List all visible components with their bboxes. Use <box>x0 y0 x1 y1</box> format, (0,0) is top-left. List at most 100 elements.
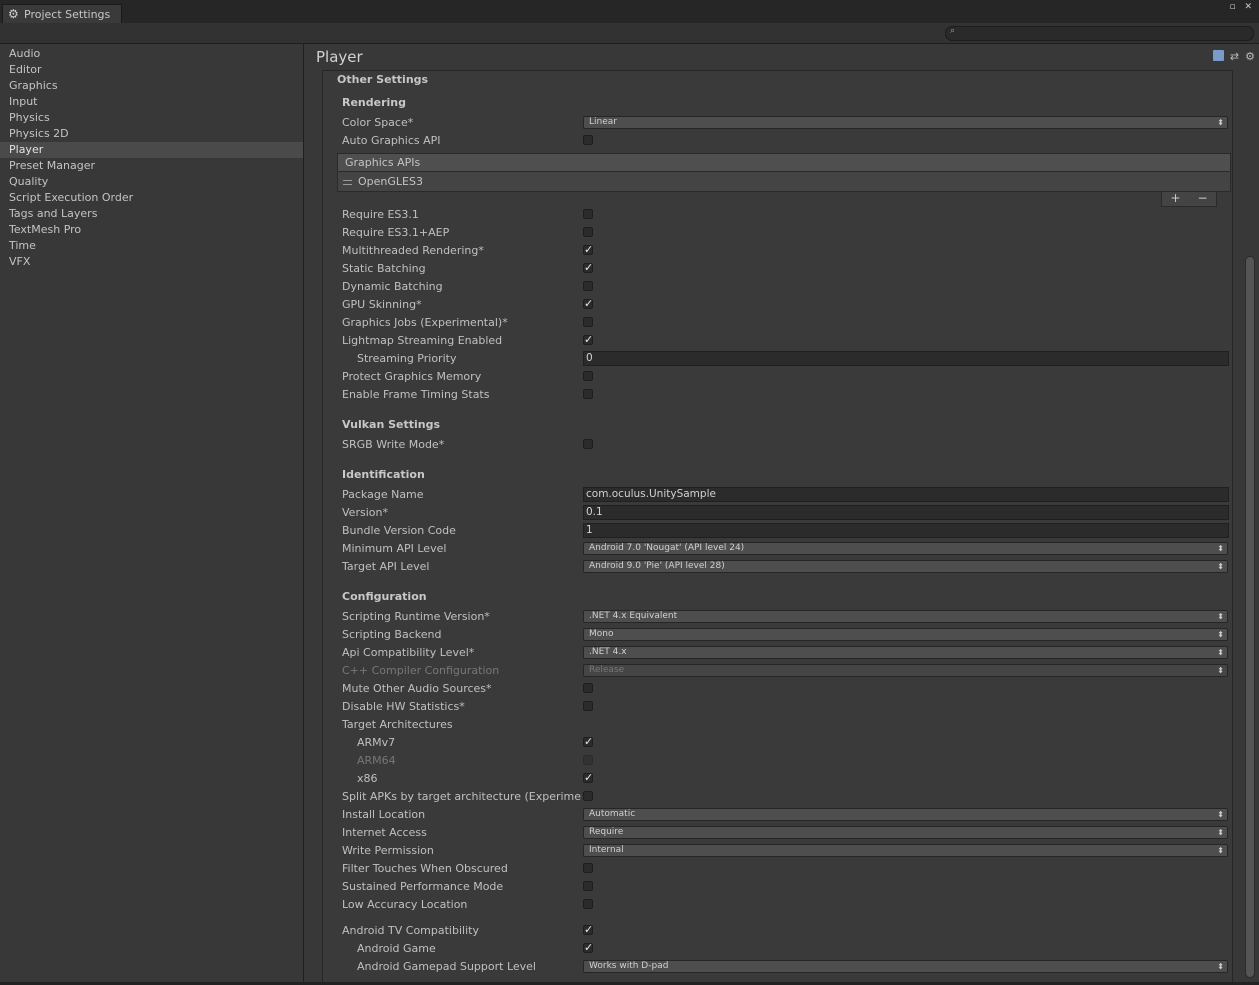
install-location-dropdown[interactable]: Automatic <box>583 808 1228 821</box>
preset-icon[interactable]: ⇄ <box>1230 50 1239 63</box>
backend-label: Scripting Backend <box>342 628 442 641</box>
list-item[interactable]: OpenGLES3 <box>337 172 1231 192</box>
android-game-label: Android Game <box>357 942 436 955</box>
install-location-label: Install Location <box>342 808 426 821</box>
protect-memory-row: Protect Graphics Memory <box>342 368 1232 386</box>
sidebar-item-editor[interactable]: Editor <box>0 62 303 78</box>
sidebar-item-input[interactable]: Input <box>0 94 303 110</box>
android-tv-checkbox[interactable] <box>583 923 593 936</box>
mute-audio-checkbox[interactable] <box>583 683 593 693</box>
drag-handle-icon[interactable] <box>343 179 352 185</box>
toolbar: ⌕ <box>0 23 1259 44</box>
disable-hw-checkbox[interactable] <box>583 701 593 711</box>
help-book-icon[interactable] <box>1212 50 1224 61</box>
require-es31-aep-label: Require ES3.1+AEP <box>342 226 450 239</box>
low-accuracy-checkbox[interactable] <box>583 899 593 909</box>
backend-dropdown[interactable]: Mono <box>583 628 1228 641</box>
graphics-apis-header: Graphics APIs <box>337 153 1231 172</box>
mute-audio-label: Mute Other Audio Sources* <box>342 682 492 695</box>
android-game-checkbox[interactable] <box>583 941 593 954</box>
add-graphics-api-button[interactable]: + <box>1170 192 1180 206</box>
internet-dropdown[interactable]: Require <box>583 826 1228 839</box>
sidebar-item-preset-manager[interactable]: Preset Manager <box>0 158 303 174</box>
sidebar-item-script-execution-order[interactable]: Script Execution Order <box>0 190 303 206</box>
package-name-label: Package Name <box>342 488 424 501</box>
auto-graphics-api-checkbox[interactable] <box>583 135 593 145</box>
sidebar-item-graphics[interactable]: Graphics <box>0 78 303 94</box>
version-field[interactable]: 0.1 <box>583 505 1229 520</box>
sidebar-item-audio[interactable]: Audio <box>0 46 303 62</box>
sidebar-item-quality[interactable]: Quality <box>0 174 303 190</box>
arm64-checkbox <box>583 755 593 765</box>
auto-graphics-api-label: Auto Graphics API <box>342 134 441 147</box>
protect-memory-label: Protect Graphics Memory <box>342 370 482 383</box>
sidebar-item-time[interactable]: Time <box>0 238 303 254</box>
sidebar-item-player[interactable]: Player <box>0 142 303 158</box>
bundle-code-label: Bundle Version Code <box>342 524 456 537</box>
android-tv-label: Android TV Compatibility <box>342 924 479 937</box>
require-es31-checkbox[interactable] <box>583 209 593 219</box>
dynamic-batching-checkbox[interactable] <box>583 281 593 291</box>
color-space-dropdown[interactable]: Linear <box>583 116 1228 129</box>
sidebar-item-vfx[interactable]: VFX <box>0 254 303 270</box>
window-controls[interactable]: ▫ ✕ <box>1229 2 1255 12</box>
armv7-checkbox[interactable] <box>583 735 593 748</box>
srgb-checkbox[interactable] <box>583 439 593 449</box>
remove-graphics-api-button[interactable]: − <box>1197 192 1207 206</box>
write-permission-dropdown[interactable]: Internal <box>583 844 1228 857</box>
dynamic-batching-label: Dynamic Batching <box>342 280 443 293</box>
gpu-skinning-label: GPU Skinning* <box>342 298 422 311</box>
streaming-priority-field[interactable]: 0 <box>583 351 1229 366</box>
sidebar-item-textmesh-pro[interactable]: TextMesh Pro <box>0 222 303 238</box>
gamepad-dropdown[interactable]: Works with D-pad <box>583 960 1228 973</box>
gpu-skinning-checkbox[interactable] <box>583 297 593 310</box>
lightmap-streaming-checkbox[interactable] <box>583 333 593 346</box>
package-name-field[interactable]: com.oculus.UnitySample <box>583 487 1229 502</box>
frame-timing-checkbox[interactable] <box>583 389 593 399</box>
low-accuracy-row: Low Accuracy Location <box>342 896 1232 914</box>
filter-touches-checkbox[interactable] <box>583 863 593 873</box>
cpp-config-dropdown: Release <box>583 664 1228 677</box>
section-title[interactable]: Other Settings <box>337 73 428 86</box>
runtime-dropdown[interactable]: .NET 4.x Equivalent <box>583 610 1228 623</box>
sidebar-item-tags-and-layers[interactable]: Tags and Layers <box>0 206 303 222</box>
static-batching-checkbox[interactable] <box>583 261 593 274</box>
version-label: Version* <box>342 506 388 519</box>
require-es31-aep-checkbox[interactable] <box>583 227 593 237</box>
graphics-api-entry: OpenGLES3 <box>358 175 423 188</box>
internet-label: Internet Access <box>342 826 427 839</box>
sidebar-item-physics[interactable]: Physics <box>0 110 303 126</box>
sustained-checkbox[interactable] <box>583 881 593 891</box>
multithreaded-checkbox[interactable] <box>583 243 593 256</box>
title-actions: ⇄ ⚙ <box>1212 50 1255 63</box>
target-api-dropdown[interactable]: Android 9.0 'Pie' (API level 28) <box>583 560 1228 573</box>
bundle-code-field[interactable]: 1 <box>583 523 1229 538</box>
x86-checkbox[interactable] <box>583 771 593 784</box>
gpu-skinning-row: GPU Skinning* <box>342 296 1232 314</box>
lightmap-streaming-label: Lightmap Streaming Enabled <box>342 334 503 347</box>
vertical-scrollbar[interactable] <box>1245 256 1255 978</box>
sustained-row: Sustained Performance Mode <box>342 878 1232 896</box>
split-apks-checkbox[interactable] <box>583 791 593 801</box>
gear-icon[interactable]: ⚙ <box>1245 50 1255 63</box>
require-es31-aep-row: Require ES3.1+AEP <box>342 224 1232 242</box>
protect-memory-checkbox[interactable] <box>583 371 593 381</box>
min-api-dropdown[interactable]: Android 7.0 'Nougat' (API level 24) <box>583 542 1228 555</box>
armv7-label: ARMv7 <box>357 736 396 749</box>
install-location-row: Install Location Automatic <box>342 806 1232 824</box>
frame-timing-row: Enable Frame Timing Stats <box>342 386 1232 404</box>
api-compat-label: Api Compatibility Level* <box>342 646 475 659</box>
graphics-jobs-checkbox[interactable] <box>583 317 593 327</box>
bundle-code-row: Bundle Version Code 1 <box>342 522 1232 540</box>
target-api-row: Target API Level Android 9.0 'Pie' (API … <box>342 558 1232 576</box>
android-game-row: Android Game <box>342 940 1232 958</box>
api-compat-dropdown[interactable]: .NET 4.x <box>583 646 1228 659</box>
static-batching-row: Static Batching <box>342 260 1232 278</box>
dynamic-batching-row: Dynamic Batching <box>342 278 1232 296</box>
android-tv-row: Android TV Compatibility <box>342 922 1232 940</box>
sidebar-item-physics-2d[interactable]: Physics 2D <box>0 126 303 142</box>
search-input[interactable]: ⌕ <box>945 26 1254 41</box>
project-settings-tab[interactable]: ⚙ Project Settings <box>2 4 122 23</box>
sustained-label: Sustained Performance Mode <box>342 880 504 893</box>
low-accuracy-label: Low Accuracy Location <box>342 898 468 911</box>
